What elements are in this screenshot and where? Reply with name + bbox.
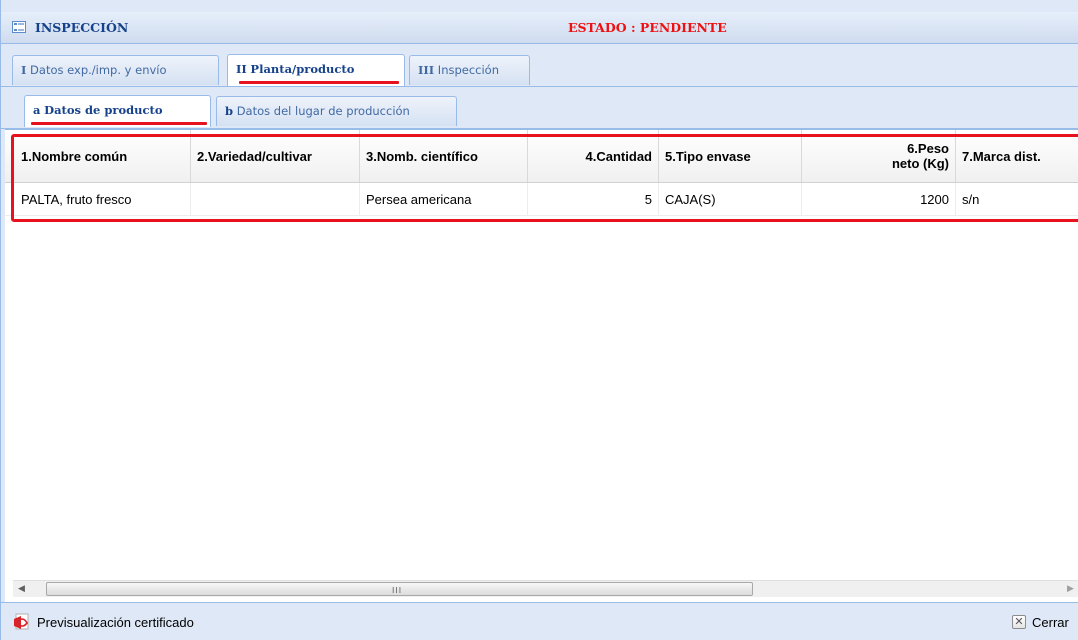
tab-number: I (21, 63, 27, 77)
column-header-cantidad[interactable]: 4.Cantidad (528, 130, 659, 182)
tab-datos-lugar-produccion[interactable]: b Datos del lugar de producción (216, 96, 457, 126)
pdf-icon (13, 613, 31, 631)
window-titlebar: INSPECCIÓN ESTADO : PENDIENTE (1, 12, 1078, 44)
active-tab-underline (239, 81, 399, 84)
cell-nombre-cientifico: Persea americana (360, 183, 528, 215)
scrollbar-thumb[interactable]: III (46, 582, 753, 596)
form-icon (12, 21, 26, 33)
preview-certificate-button[interactable]: Previsualización certificado (13, 612, 194, 632)
column-header-nombre-cientifico[interactable]: 3.Nomb. científico (360, 130, 528, 182)
active-subtab-underline (31, 122, 207, 125)
close-icon: ✕ (1012, 615, 1026, 629)
column-header-label: 4.Cantidad (585, 148, 652, 164)
status-label: ESTADO : PENDIENTE (568, 20, 727, 35)
tab-label: Inspección (437, 63, 500, 77)
grid-header: 1.Nombre común 2.Variedad/cultivar 3.Nom… (5, 130, 1078, 183)
column-header-label: 7.Marca dist. (962, 148, 1041, 164)
column-header-label: 5.Tipo envase (665, 148, 751, 164)
tab-label: Datos del lugar de producción (236, 104, 410, 118)
tab-inspeccion[interactable]: III Inspección (409, 55, 530, 85)
horizontal-scrollbar[interactable]: ◀ III ▶ (13, 580, 1078, 597)
preview-certificate-label: Previsualización certificado (37, 614, 194, 630)
cell-variedad (191, 183, 360, 215)
column-header-label: 1.Nombre común (21, 148, 128, 164)
inspection-window: INSPECCIÓN ESTADO : PENDIENTE I Datos ex… (0, 0, 1078, 640)
column-header-label: 2.Variedad/cultivar (197, 148, 312, 164)
footer-toolbar: Previsualización certificado ✕ Cerrar (1, 602, 1078, 640)
cell-tipo-envase: CAJA(S) (659, 183, 802, 215)
tab-number: III (418, 63, 435, 77)
tab-label: Planta/producto (250, 62, 355, 76)
cell-peso-neto: 1200 (802, 183, 956, 215)
sub-tabbar: a Datos de producto b Datos del lugar de… (1, 88, 1078, 129)
product-grid: 1.Nombre común 2.Variedad/cultivar 3.Nom… (5, 129, 1078, 602)
tab-label: Datos de producto (44, 103, 163, 117)
column-header-peso-neto[interactable]: 6.Peso neto (Kg) (802, 130, 956, 182)
close-label: Cerrar (1032, 614, 1069, 630)
tab-number: II (236, 62, 247, 76)
scrollbar-grip: III (392, 586, 403, 595)
tab-letter: a (33, 103, 41, 117)
cell-nombre-comun: PALTA, fruto fresco (15, 183, 191, 215)
column-header-nombre-comun[interactable]: 1.Nombre común (15, 130, 191, 182)
column-header-marca-dist[interactable]: 7.Marca dist. (956, 130, 1078, 182)
tab-letter: b (225, 104, 234, 118)
column-header-variedad[interactable]: 2.Variedad/cultivar (191, 130, 360, 182)
column-header-label: 3.Nomb. científico (366, 148, 478, 164)
cell-cantidad: 5 (528, 183, 659, 215)
column-header-label: 6.Peso neto (Kg) (891, 141, 949, 171)
window-title: INSPECCIÓN (35, 20, 129, 35)
column-header-tipo-envase[interactable]: 5.Tipo envase (659, 130, 802, 182)
table-row[interactable]: PALTA, fruto fresco Persea americana 5 C… (5, 183, 1078, 216)
arrow-left-icon[interactable]: ◀ (13, 581, 30, 598)
close-button[interactable]: ✕ Cerrar (1012, 612, 1069, 632)
tab-datos-exp-imp[interactable]: I Datos exp./imp. y envío (12, 55, 219, 85)
arrow-right-icon[interactable]: ▶ (1062, 581, 1078, 598)
tab-label: Datos exp./imp. y envío (30, 63, 167, 77)
main-tabbar: I Datos exp./imp. y envío II Planta/prod… (1, 45, 1078, 87)
cell-marca-dist: s/n (962, 191, 980, 207)
